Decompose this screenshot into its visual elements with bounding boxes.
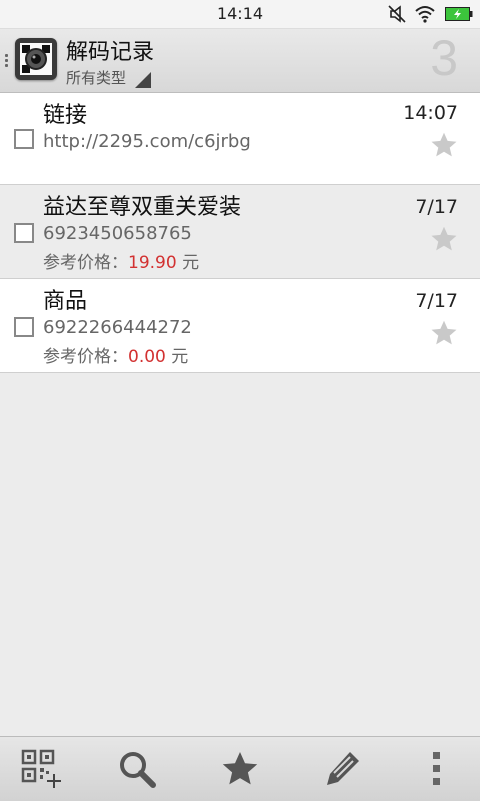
record-content: 6922266444272 bbox=[43, 317, 192, 338]
favorite-star-icon[interactable] bbox=[430, 131, 458, 159]
price-line: 参考价格：19.90 元 bbox=[43, 248, 199, 273]
select-checkbox[interactable] bbox=[14, 223, 34, 243]
battery-icon bbox=[445, 7, 473, 21]
qr-add-icon[interactable] bbox=[21, 749, 61, 789]
dropdown-caret-icon[interactable] bbox=[135, 72, 151, 88]
record-date: 14:07 bbox=[403, 102, 458, 124]
price-label: 参考价格： bbox=[43, 347, 128, 367]
record-date: 7/17 bbox=[415, 196, 458, 218]
status-time: 14:14 bbox=[216, 4, 264, 23]
status-bar: 14:14 bbox=[0, 0, 480, 29]
record-title: 益达至尊双重关爱装 bbox=[43, 195, 242, 220]
search-icon[interactable] bbox=[117, 749, 157, 789]
wifi-icon bbox=[415, 6, 435, 23]
select-checkbox[interactable] bbox=[14, 317, 34, 337]
app-logo-icon[interactable] bbox=[15, 38, 57, 80]
price-label: 参考价格： bbox=[43, 253, 128, 273]
price-value: 19.90 bbox=[128, 253, 177, 273]
list-item[interactable]: 链接 http://2295.com/c6jrbg 14:07 bbox=[0, 93, 480, 185]
list-item[interactable]: 益达至尊双重关爱装 6923450658765 参考价格：19.90 元 7/1… bbox=[0, 185, 480, 279]
list-item[interactable]: 商品 6922266444272 参考价格：0.00 元 7/17 bbox=[0, 279, 480, 373]
price-line: 参考价格：0.00 元 bbox=[43, 342, 188, 367]
mute-icon bbox=[388, 5, 406, 23]
record-list: 链接 http://2295.com/c6jrbg 14:07 益达至尊双重关爱… bbox=[0, 93, 480, 373]
drag-handle-icon[interactable] bbox=[5, 54, 9, 68]
record-content: http://2295.com/c6jrbg bbox=[43, 131, 251, 152]
favorite-star-icon[interactable] bbox=[430, 319, 458, 347]
type-filter-dropdown[interactable]: 所有类型 bbox=[66, 67, 126, 88]
select-checkbox[interactable] bbox=[14, 129, 34, 149]
price-value: 0.00 bbox=[128, 347, 166, 367]
record-date: 7/17 bbox=[415, 290, 458, 312]
favorite-star-icon[interactable] bbox=[430, 225, 458, 253]
record-title: 链接 bbox=[43, 103, 88, 128]
record-count: 3 bbox=[430, 30, 458, 86]
action-bar: 解码记录 所有类型 3 bbox=[0, 29, 480, 93]
edit-icon[interactable] bbox=[322, 749, 362, 789]
price-unit: 元 bbox=[182, 253, 200, 273]
bottom-toolbar bbox=[0, 736, 480, 801]
page-title: 解码记录 bbox=[66, 40, 155, 65]
overflow-menu-icon[interactable] bbox=[420, 749, 460, 789]
star-icon[interactable] bbox=[220, 749, 260, 789]
record-content: 6923450658765 bbox=[43, 223, 192, 244]
record-title: 商品 bbox=[43, 289, 88, 314]
price-unit: 元 bbox=[171, 347, 189, 367]
